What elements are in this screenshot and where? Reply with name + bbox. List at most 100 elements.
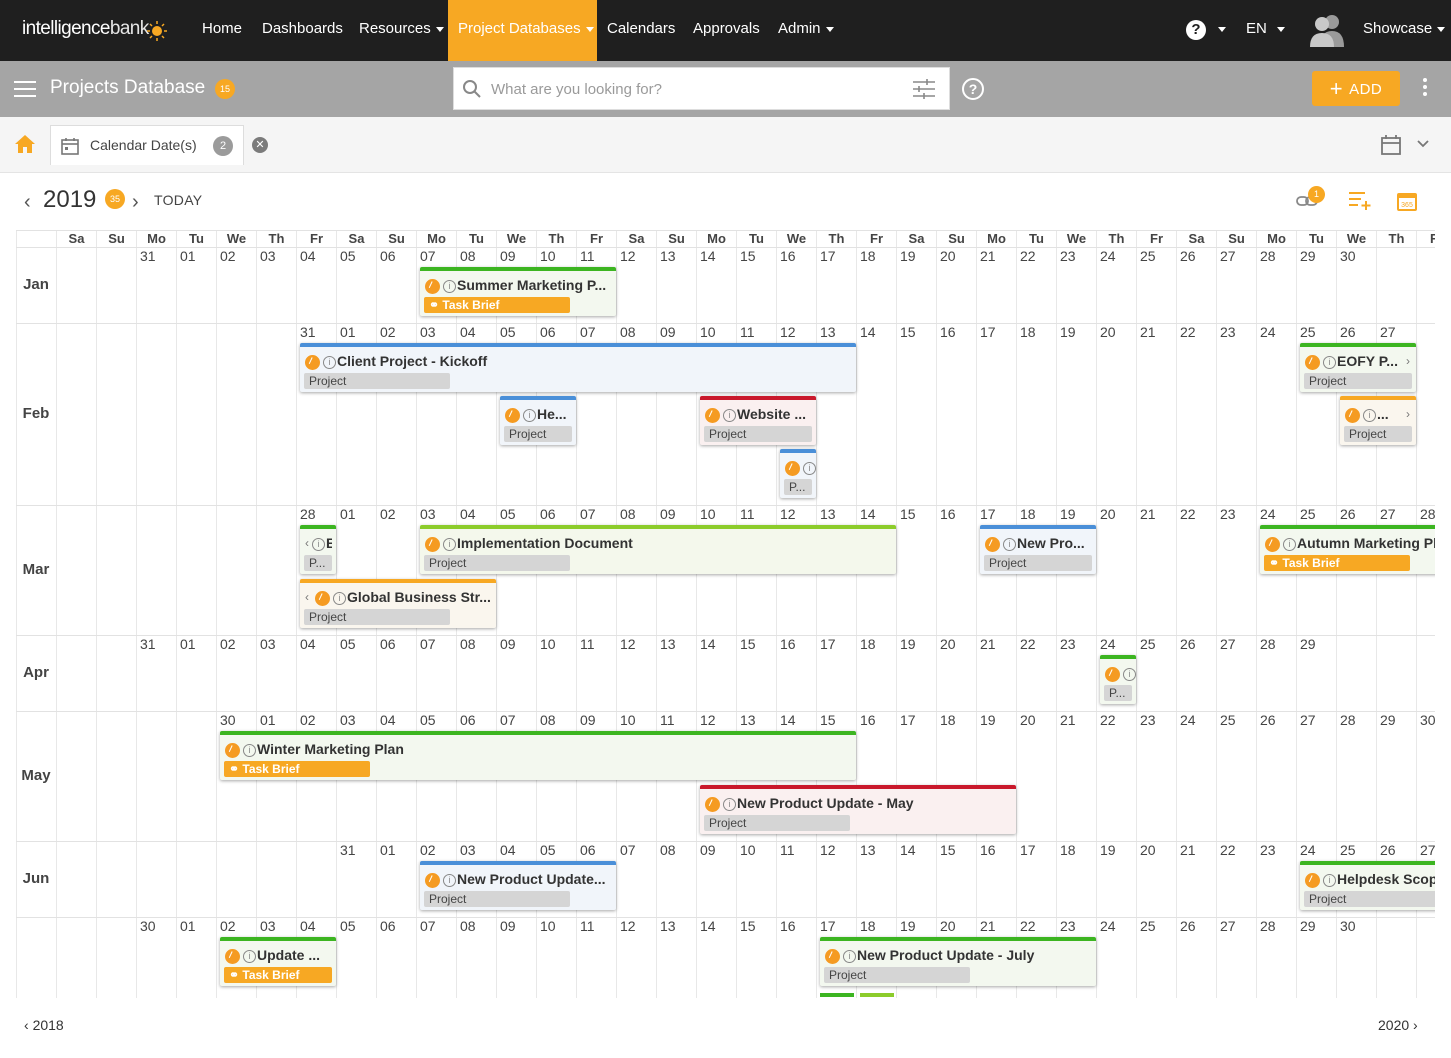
day-number[interactable]: 04: [296, 918, 336, 934]
day-number[interactable]: 16: [776, 248, 816, 264]
day-number[interactable]: 21: [1056, 712, 1096, 728]
day-number[interactable]: 20: [1096, 506, 1136, 522]
day-number[interactable]: 13: [816, 324, 856, 340]
day-number[interactable]: 29: [1296, 248, 1336, 264]
day-number[interactable]: 15: [896, 324, 936, 340]
day-number[interactable]: 04: [496, 842, 536, 858]
day-number[interactable]: 05: [536, 842, 576, 858]
day-number[interactable]: 26: [1176, 918, 1216, 934]
day-number[interactable]: 02: [416, 842, 456, 858]
nav-home[interactable]: Home: [202, 0, 242, 61]
day-number[interactable]: 17: [976, 506, 1016, 522]
day-number[interactable]: 09: [496, 248, 536, 264]
day-number[interactable]: 07: [416, 248, 456, 264]
day-number[interactable]: 23: [1056, 918, 1096, 934]
day-number[interactable]: 03: [256, 248, 296, 264]
day-number[interactable]: 07: [616, 842, 656, 858]
calendar-event[interactable]: ‹ i Global Business Str... Project: [300, 579, 496, 628]
info-icon[interactable]: i: [1003, 538, 1016, 551]
day-number[interactable]: 25: [1216, 712, 1256, 728]
more-events-indicator[interactable]: [820, 993, 854, 997]
day-number[interactable]: 01: [336, 324, 376, 340]
day-number[interactable]: 15: [736, 918, 776, 934]
day-number[interactable]: 23: [1256, 842, 1296, 858]
nav-project-databases[interactable]: Project Databases: [448, 0, 597, 61]
day-number[interactable]: 17: [1016, 842, 1056, 858]
day-number[interactable]: 30: [1416, 712, 1435, 728]
day-number[interactable]: 28: [1256, 636, 1296, 652]
day-number[interactable]: 27: [1216, 636, 1256, 652]
day-number[interactable]: 15: [816, 712, 856, 728]
calendar-event[interactable]: i Website ... Project: [700, 396, 816, 445]
day-number[interactable]: 24: [1096, 636, 1136, 652]
day-number[interactable]: 30: [1336, 918, 1376, 934]
day-number[interactable]: 21: [1136, 324, 1176, 340]
day-number[interactable]: 10: [536, 248, 576, 264]
day-number[interactable]: 13: [656, 918, 696, 934]
day-number[interactable]: 28: [1336, 712, 1376, 728]
calendar-event[interactable]: i New Pro... Project: [980, 525, 1096, 574]
calendar-event[interactable]: i Winter Marketing Plan ⚭ Task Brief: [220, 731, 856, 780]
info-icon[interactable]: i: [443, 874, 456, 887]
day-number[interactable]: 01: [376, 842, 416, 858]
day-number[interactable]: 26: [1336, 324, 1376, 340]
day-number[interactable]: 26: [1376, 842, 1416, 858]
day-number[interactable]: 05: [336, 636, 376, 652]
day-number[interactable]: 29: [1296, 918, 1336, 934]
day-number[interactable]: 08: [656, 842, 696, 858]
day-number[interactable]: 12: [616, 248, 656, 264]
day-number[interactable]: 22: [1176, 506, 1216, 522]
day-number[interactable]: 31: [136, 248, 176, 264]
day-number[interactable]: 13: [656, 248, 696, 264]
calendar-event[interactable]: i P...: [780, 449, 816, 498]
day-number[interactable]: 09: [576, 712, 616, 728]
day-number[interactable]: 28: [296, 506, 336, 522]
day-number[interactable]: 24: [1096, 918, 1136, 934]
nav-dashboards[interactable]: Dashboards: [262, 0, 343, 61]
day-number[interactable]: 17: [896, 712, 936, 728]
day-number[interactable]: 23: [1056, 636, 1096, 652]
language-selector[interactable]: EN: [1246, 0, 1285, 61]
day-number[interactable]: 13: [816, 506, 856, 522]
day-number[interactable]: 21: [1136, 506, 1176, 522]
day-number[interactable]: 07: [576, 324, 616, 340]
day-number[interactable]: 08: [536, 712, 576, 728]
day-number[interactable]: 04: [296, 248, 336, 264]
calendar-event[interactable]: i... › Project: [1340, 396, 1416, 445]
previous-year-link[interactable]: ‹ 2018: [24, 1017, 64, 1033]
day-number[interactable]: 16: [936, 506, 976, 522]
day-number[interactable]: 14: [696, 918, 736, 934]
day-number[interactable]: 02: [216, 918, 256, 934]
day-number[interactable]: 25: [1296, 506, 1336, 522]
more-events-indicator[interactable]: [860, 993, 894, 997]
calendar-event[interactable]: i Update ... ⚭ Task Brief: [220, 937, 336, 986]
hamburger-menu-icon[interactable]: [14, 81, 36, 97]
day-number[interactable]: 04: [376, 712, 416, 728]
chevron-left-icon[interactable]: ‹: [305, 590, 309, 604]
info-icon[interactable]: i: [843, 950, 856, 963]
day-number[interactable]: 19: [1056, 324, 1096, 340]
day-number[interactable]: 28: [1256, 248, 1296, 264]
day-number[interactable]: 08: [456, 918, 496, 934]
info-icon[interactable]: i: [312, 538, 325, 551]
calendar-event[interactable]: i New Product Update - May Project: [700, 785, 1016, 834]
day-number[interactable]: 27: [1296, 712, 1336, 728]
info-icon[interactable]: i: [1283, 538, 1296, 551]
day-number[interactable]: 22: [1216, 842, 1256, 858]
day-number[interactable]: 03: [336, 712, 376, 728]
day-number[interactable]: 09: [696, 842, 736, 858]
day-number[interactable]: 20: [1096, 324, 1136, 340]
calendar-event[interactable]: i He... Project: [500, 396, 576, 445]
day-number[interactable]: 12: [816, 842, 856, 858]
day-number[interactable]: 09: [496, 636, 536, 652]
info-icon[interactable]: i: [333, 592, 346, 605]
day-number[interactable]: 04: [296, 636, 336, 652]
day-number[interactable]: 31: [136, 636, 176, 652]
chevron-down-icon[interactable]: [1416, 139, 1430, 149]
calendar-event[interactable]: i New Product Update - July Project: [820, 937, 1096, 986]
day-number[interactable]: 25: [1136, 918, 1176, 934]
nav-calendars[interactable]: Calendars: [607, 0, 675, 61]
day-number[interactable]: 22: [1176, 324, 1216, 340]
day-number[interactable]: 20: [1016, 712, 1056, 728]
day-number[interactable]: 07: [416, 636, 456, 652]
